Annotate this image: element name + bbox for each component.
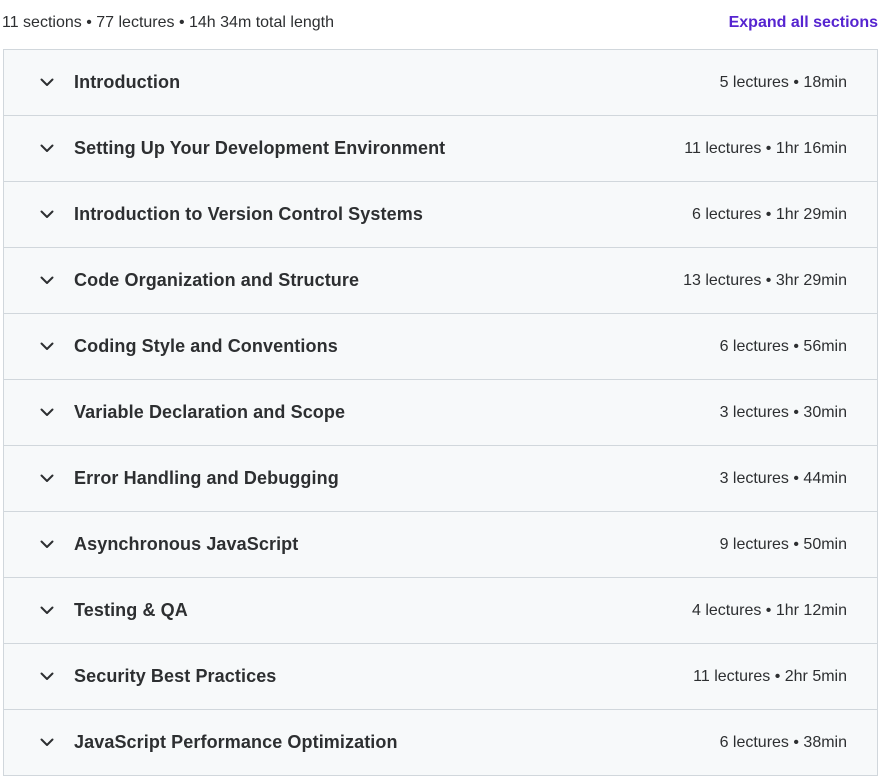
section-meta: 9 lectures • 50min [719, 535, 847, 553]
chevron-down-icon [38, 404, 56, 422]
section-meta: 6 lectures • 1hr 29min [691, 205, 847, 223]
section-title: Error Handling and Debugging [74, 468, 339, 488]
section-item[interactable]: Testing & QA 4 lectures • 1hr 12min [4, 578, 877, 644]
chevron-down-icon [38, 602, 56, 620]
chevron-down-icon [38, 74, 56, 92]
chevron-down-icon [38, 536, 56, 554]
section-title: Variable Declaration and Scope [74, 402, 346, 422]
section-item[interactable]: JavaScript Performance Optimization 6 le… [4, 710, 877, 775]
section-title: Introduction to Version Control Systems [74, 204, 423, 224]
chevron-down-icon [38, 338, 56, 356]
section-item[interactable]: Coding Style and Conventions 6 lectures … [4, 314, 877, 380]
section-meta: 5 lectures • 18min [719, 73, 847, 91]
section-item[interactable]: Security Best Practices 11 lectures • 2h… [4, 644, 877, 710]
section-item[interactable]: Setting Up Your Development Environment … [4, 116, 877, 182]
section-meta: 3 lectures • 44min [719, 469, 847, 487]
chevron-down-icon [38, 734, 56, 752]
section-meta: 11 lectures • 1hr 16min [684, 139, 847, 157]
section-item[interactable]: Error Handling and Debugging 3 lectures … [4, 446, 877, 512]
section-meta: 3 lectures • 30min [719, 403, 847, 421]
section-item[interactable]: Introduction 5 lectures • 18min [4, 50, 877, 116]
section-meta: 6 lectures • 38min [719, 733, 847, 751]
chevron-down-icon [38, 272, 56, 290]
section-item[interactable]: Asynchronous JavaScript 9 lectures • 50m… [4, 512, 877, 578]
section-item[interactable]: Introduction to Version Control Systems … [4, 182, 877, 248]
section-list: Introduction 5 lectures • 18min Setting … [3, 49, 878, 776]
section-title: Introduction [74, 72, 181, 92]
section-title: Code Organization and Structure [74, 270, 360, 290]
section-title: Coding Style and Conventions [74, 336, 338, 356]
section-meta: 4 lectures • 1hr 12min [691, 601, 847, 619]
curriculum-header: 11 sections • 77 lectures • 14h 34m tota… [0, 0, 881, 48]
section-title: Setting Up Your Development Environment [74, 138, 446, 158]
section-meta: 11 lectures • 2hr 5min [693, 667, 847, 685]
chevron-down-icon [38, 470, 56, 488]
section-title: Testing & QA [74, 600, 188, 620]
section-title: Asynchronous JavaScript [74, 534, 299, 554]
expand-all-sections-button[interactable]: Expand all sections [729, 14, 878, 32]
section-meta: 6 lectures • 56min [719, 337, 847, 355]
section-title: Security Best Practices [74, 666, 277, 686]
chevron-down-icon [38, 668, 56, 686]
section-title: JavaScript Performance Optimization [74, 732, 398, 752]
chevron-down-icon [38, 140, 56, 158]
course-summary: 11 sections • 77 lectures • 14h 34m tota… [2, 14, 334, 31]
section-meta: 13 lectures • 3hr 29min [683, 271, 847, 289]
chevron-down-icon [38, 206, 56, 224]
section-item[interactable]: Variable Declaration and Scope 3 lecture… [4, 380, 877, 446]
section-item[interactable]: Code Organization and Structure 13 lectu… [4, 248, 877, 314]
